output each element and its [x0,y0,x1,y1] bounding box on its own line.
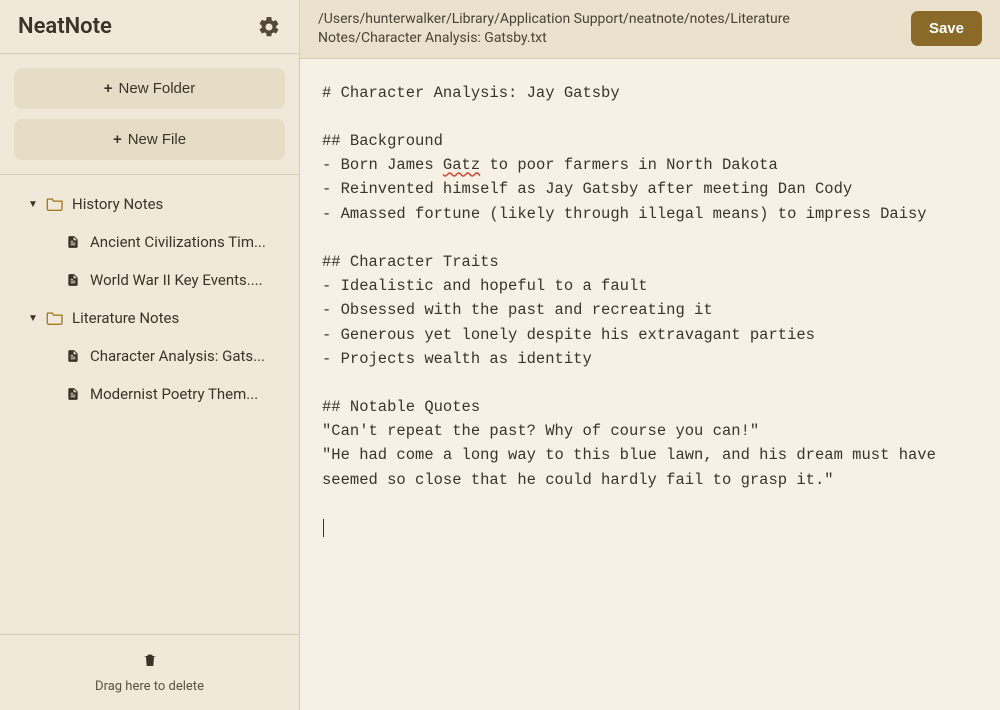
editor-line: - Generous yet lonely despite his extrav… [322,326,815,344]
editor-line: # Character Analysis: Jay Gatsby [322,84,620,102]
editor-line: - Projects wealth as identity [322,350,592,368]
editor-line: ## Character Traits [322,253,499,271]
chevron-down-icon: ▼ [28,199,38,210]
spellcheck-underline: Gatz [443,156,480,174]
folder-label: History Notes [72,195,163,213]
new-folder-label: New Folder [119,80,196,97]
editor-line: ## Background [322,132,443,150]
folder-history-notes[interactable]: ▼ History Notes [0,185,299,223]
text-cursor [323,519,324,537]
plus-icon: + [113,131,122,148]
sidebar-actions: + New Folder + New File [0,54,299,175]
file-icon [66,386,80,402]
editor-line: - Born James [322,156,443,174]
folder-icon [46,311,64,325]
file-tree: ▼ History Notes Ancient Civilizations Ti… [0,175,299,634]
app-title: NeatNote [18,14,112,39]
editor-line: "Can't repeat the past? Why of course yo… [322,422,759,440]
editor-line: - Idealistic and hopeful to a fault [322,277,648,295]
editor-line: "He had come a long way to this blue law… [322,446,945,488]
new-file-button[interactable]: + New File [14,119,285,160]
file-world-war-ii[interactable]: World War II Key Events.... [0,261,299,299]
sidebar-header: NeatNote [0,0,299,54]
chevron-down-icon: ▼ [28,313,38,324]
delete-dropzone[interactable]: Drag here to delete [0,634,299,710]
new-folder-button[interactable]: + New Folder [14,68,285,109]
editor-textarea[interactable]: # Character Analysis: Jay Gatsby ## Back… [300,59,1000,710]
file-icon [66,348,80,364]
file-path: /Users/hunterwalker/Library/Application … [318,10,891,48]
editor-line: - Reinvented himself as Jay Gatsby after… [322,180,852,198]
file-modernist-poetry[interactable]: Modernist Poetry Them... [0,375,299,413]
file-label: World War II Key Events.... [90,271,263,289]
file-ancient-civilizations[interactable]: Ancient Civilizations Tim... [0,223,299,261]
save-button[interactable]: Save [911,11,982,46]
sidebar: NeatNote + New Folder + New File ▼ Histo… [0,0,300,710]
trash-icon [142,651,158,669]
delete-hint: Drag here to delete [95,679,204,694]
file-label: Character Analysis: Gats... [90,347,265,365]
file-icon [66,272,80,288]
file-label: Modernist Poetry Them... [90,385,258,403]
editor-line: - Obsessed with the past and recreating … [322,301,713,319]
editor-line: - Amassed fortune (likely through illega… [322,205,927,223]
gear-icon[interactable] [257,15,281,39]
file-icon [66,234,80,250]
folder-label: Literature Notes [72,309,179,327]
folder-literature-notes[interactable]: ▼ Literature Notes [0,299,299,337]
main-header: /Users/hunterwalker/Library/Application … [300,0,1000,59]
new-file-label: New File [128,131,186,148]
editor-line: to poor farmers in North Dakota [480,156,778,174]
editor-line: ## Notable Quotes [322,398,480,416]
file-label: Ancient Civilizations Tim... [90,233,266,251]
file-character-analysis-gatsby[interactable]: Character Analysis: Gats... [0,337,299,375]
plus-icon: + [104,80,113,97]
main-pane: /Users/hunterwalker/Library/Application … [300,0,1000,710]
folder-icon [46,197,64,211]
